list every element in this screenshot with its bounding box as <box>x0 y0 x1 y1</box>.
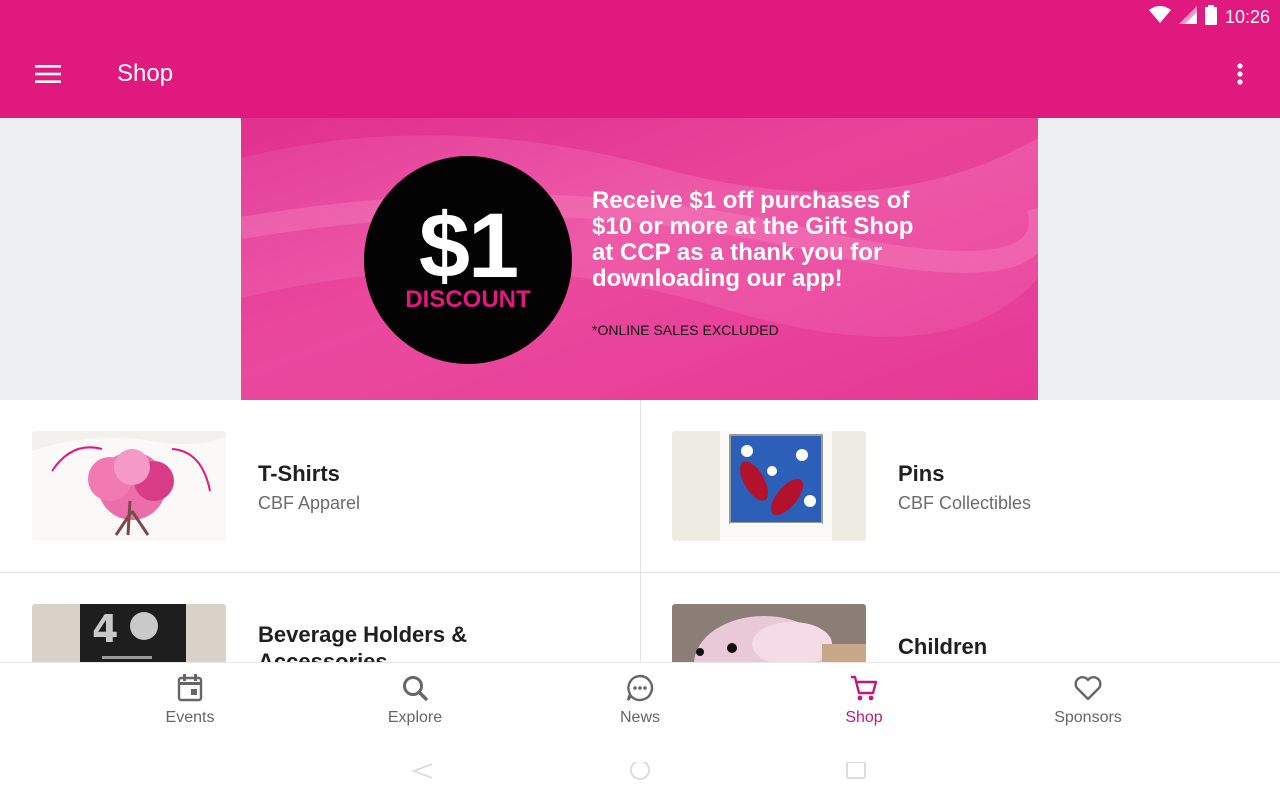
category-title: Children <box>898 634 988 659</box>
page-title: Shop <box>117 60 174 87</box>
children-thumbnail <box>672 604 866 662</box>
category-title-line: Accessories <box>258 649 388 662</box>
status-icons: 10:26 <box>1148 5 1270 30</box>
discount-amount: $1 <box>418 195 519 297</box>
cart-icon <box>804 673 924 703</box>
promo-banner-area: $1 DISCOUNT Receive $1 off purchases of … <box>0 118 1280 400</box>
chat-bubble-icon <box>580 673 700 703</box>
category-tile-children[interactable]: Children <box>640 573 1280 662</box>
battery-icon <box>1204 5 1217 30</box>
category-subtitle: CBF Apparel <box>258 493 361 513</box>
nav-item-explore[interactable]: Explore <box>355 673 475 733</box>
category-tile-beverage-holders[interactable]: 4 Beverage Holders & Accessories <box>0 573 640 662</box>
discount-label: DISCOUNT <box>405 286 531 313</box>
more-vertical-icon <box>1237 62 1243 90</box>
category-title: Pins <box>898 461 945 486</box>
category-tile-pins[interactable]: Pins CBF Collectibles <box>640 400 1280 572</box>
nav-label: Sponsors <box>1054 709 1122 726</box>
beverage-holder-thumbnail: 4 <box>32 604 226 662</box>
svg-text:4: 4 <box>92 607 118 651</box>
nav-label: Shop <box>845 709 883 726</box>
promo-banner[interactable]: $1 DISCOUNT Receive $1 off purchases of … <box>241 118 1038 400</box>
status-bar: 10:26 <box>0 0 1280 34</box>
promo-message-line: downloading our app! <box>592 265 843 292</box>
cellular-signal-icon <box>1178 6 1197 29</box>
nav-label: Explore <box>387 709 443 726</box>
promo-message: Receive $1 off purchases of $10 or more … <box>592 188 932 292</box>
nav-item-shop[interactable]: Shop <box>804 673 924 733</box>
tshirt-thumbnail <box>32 431 226 541</box>
calendar-icon <box>130 673 250 703</box>
category-title: Beverage Holders & Accessories <box>258 621 467 662</box>
promo-message-line: at CCP as a thank you for <box>592 239 883 266</box>
pin-thumbnail <box>672 431 866 541</box>
category-grid: T-Shirts CBF Apparel Pins CBF Collectibl… <box>0 400 1280 662</box>
system-home-button[interactable] <box>628 760 652 780</box>
discount-badge: $1 DISCOUNT <box>364 156 572 364</box>
system-back-button[interactable] <box>410 762 434 780</box>
category-tile-tshirts[interactable]: T-Shirts CBF Apparel <box>0 400 640 572</box>
nav-item-sponsors[interactable]: Sponsors <box>1028 673 1148 733</box>
promo-message-line: Receive $1 off purchases of <box>592 187 910 214</box>
nav-label: News <box>619 709 660 726</box>
category-subtitle: CBF Collectibles <box>898 493 1032 513</box>
status-time: 10:26 <box>1224 7 1270 27</box>
promo-message-line: $10 or more at the Gift Shop <box>592 213 914 240</box>
overflow-menu-button[interactable] <box>1220 56 1260 96</box>
nav-label: Events <box>165 709 215 726</box>
heart-icon <box>1028 673 1148 703</box>
nav-item-events[interactable]: Events <box>130 673 250 733</box>
app-bar: Shop <box>0 34 1280 118</box>
search-icon <box>355 673 475 703</box>
category-title-line: Beverage Holders & <box>258 622 468 647</box>
wifi-icon <box>1148 6 1171 29</box>
recents-square-icon <box>844 761 868 784</box>
nav-item-news[interactable]: News <box>580 673 700 733</box>
category-title: T-Shirts <box>258 461 340 486</box>
promo-disclaimer: *ONLINE SALES EXCLUDED <box>592 322 779 338</box>
navigation-menu-button[interactable] <box>24 54 72 98</box>
system-recents-button[interactable] <box>844 761 868 780</box>
hamburger-menu-icon <box>35 64 61 88</box>
back-triangle-icon <box>410 763 434 784</box>
home-circle-icon <box>628 760 652 784</box>
